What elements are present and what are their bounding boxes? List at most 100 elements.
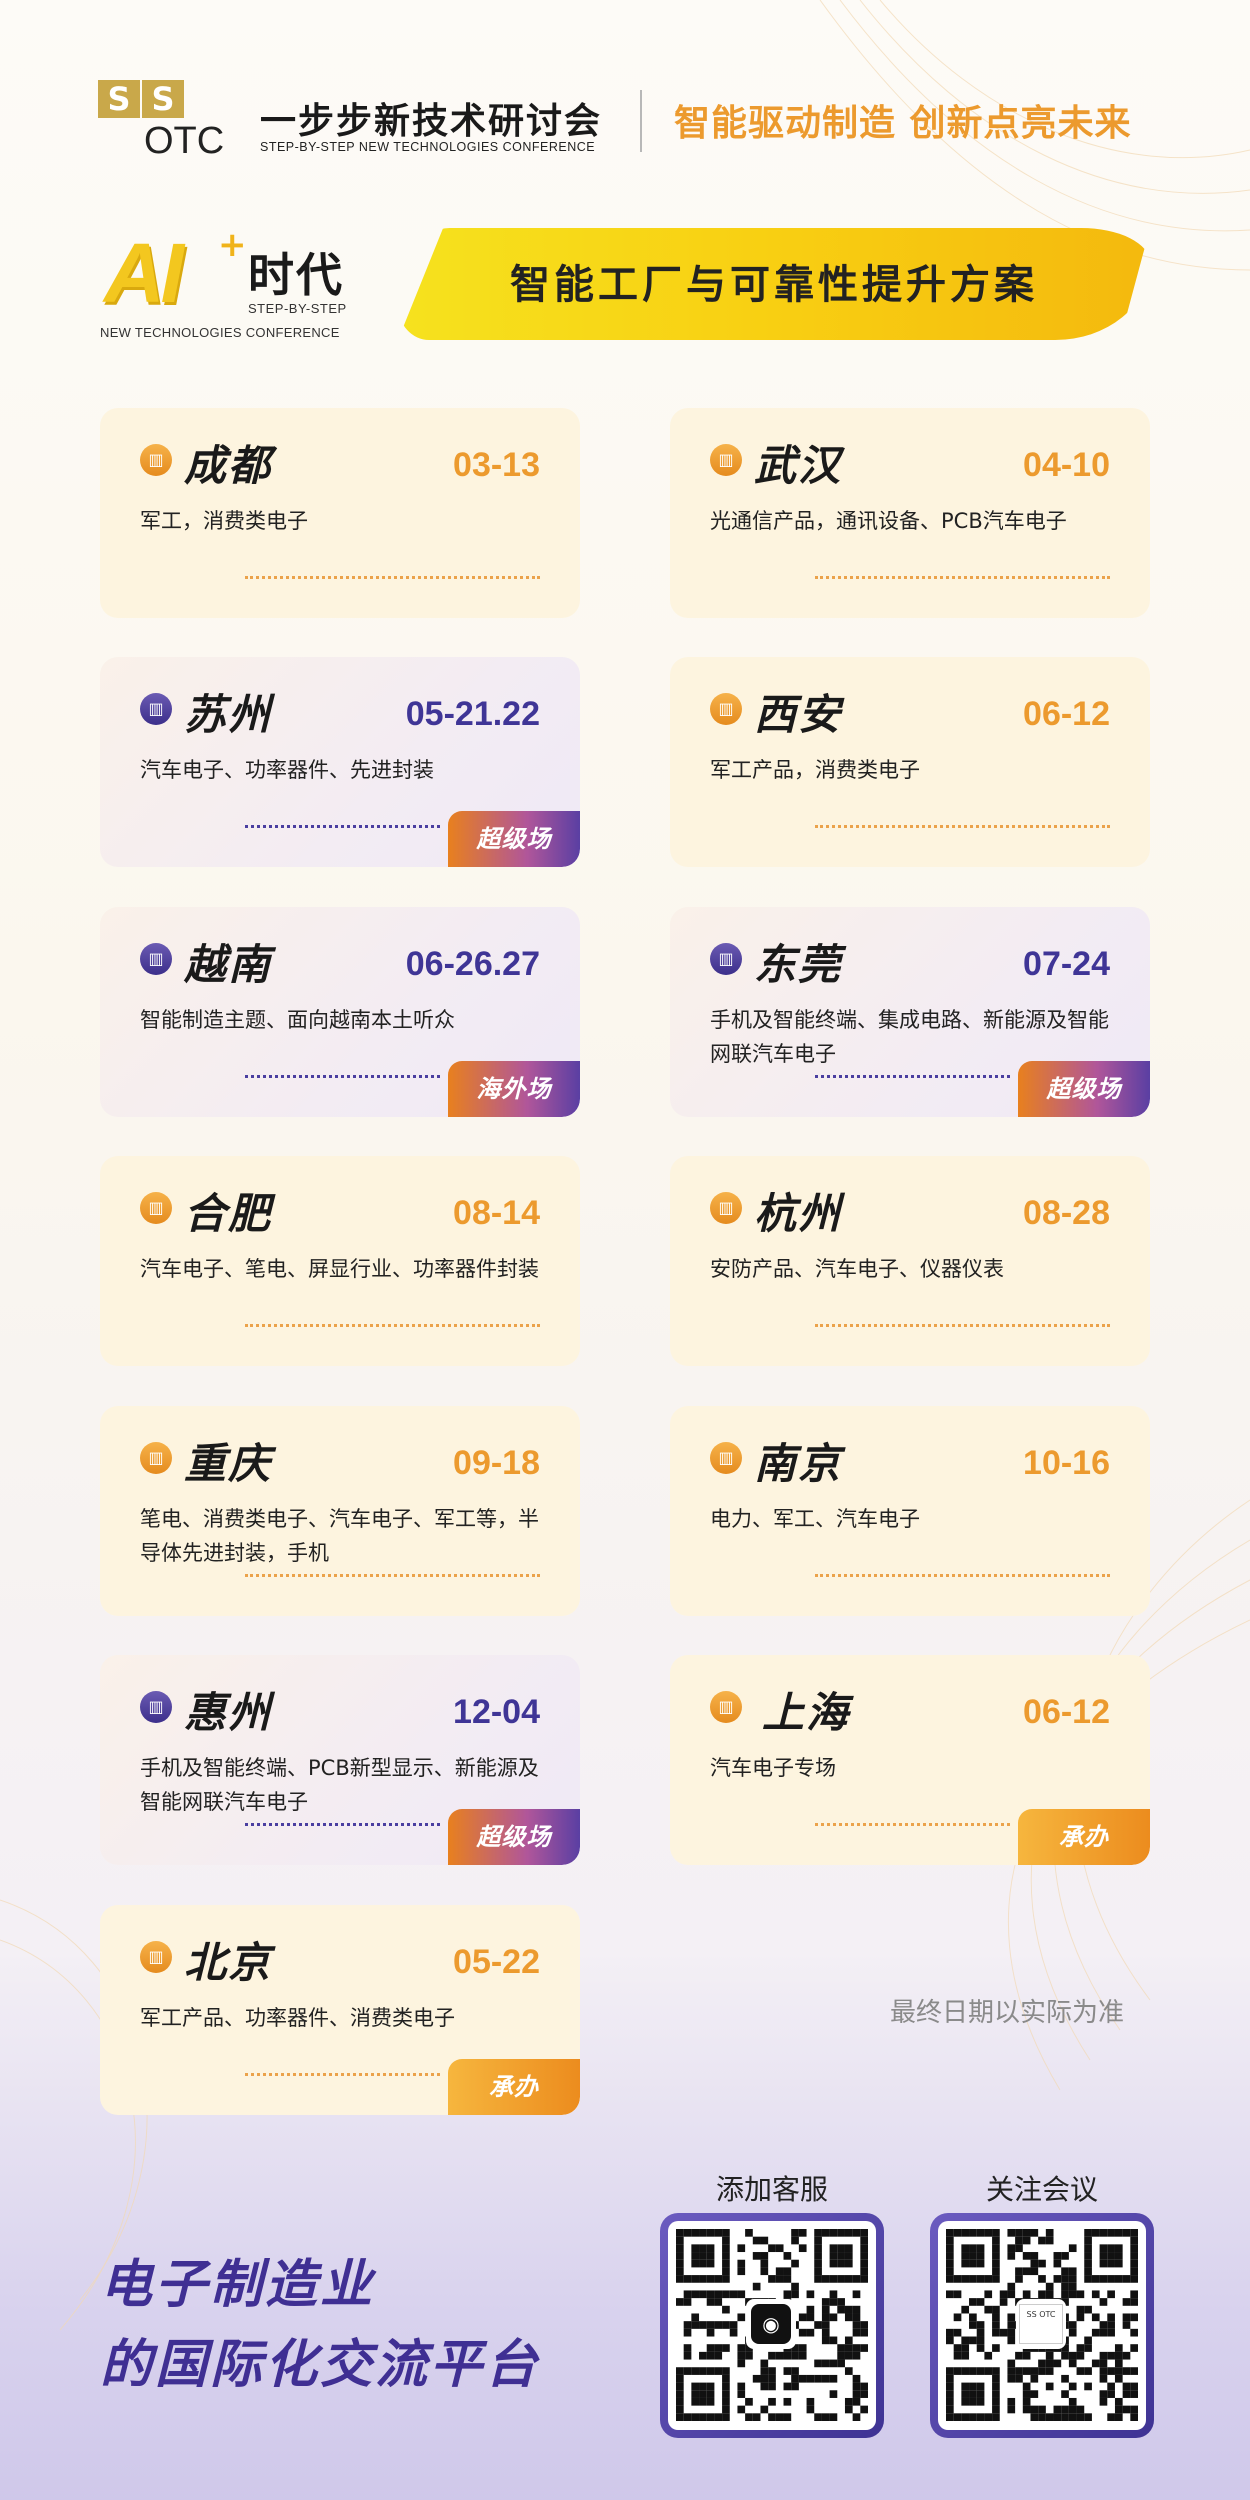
industry-description: 汽车电子专场 [710,1756,836,1780]
session-tag: 超级场 [448,811,580,867]
ai-en-line2: NEW TECHNOLOGIES CONFERENCE [100,325,340,340]
event-date: 05-21.22 [405,695,540,733]
logo-letter-s2: S [142,80,184,118]
session-tag: 超级场 [1018,1061,1150,1117]
session-tag: 海外场 [448,1061,580,1117]
dotted-divider [245,1324,540,1327]
event-date: 08-28 [1023,1194,1110,1232]
dotted-divider [245,1574,540,1577]
slogan: 智能驱动制造 创新点亮未来 [674,103,1132,144]
event-date: 03-13 [453,446,540,484]
city-card: ▥ 西安 06-12 军工产品，消费类电子 [670,657,1150,867]
city-card: ▥ 上海 06-12 汽车电子专场 承办 [670,1655,1150,1865]
dotted-divider [245,576,540,579]
event-date: 10-16 [1023,1444,1110,1482]
ai-en-line1: STEP-BY-STEP [248,301,347,316]
brand-name-cn: 一步步新技术研讨会 [260,101,603,142]
industry-description: 智能制造主题、面向越南本土听众 [140,1008,455,1032]
industry-description: 电力、军工、汽车电子 [710,1507,920,1531]
building-pin-icon: ▥ [710,693,742,725]
event-date: 09-18 [453,1444,540,1482]
industry-description: 光通信产品，通讯设备、PCB汽车电子 [710,509,1067,533]
city-card: ▥ 重庆 09-18 笔电、消费类电子、汽车电子、军工等，半导体先进封装，手机 [100,1406,580,1616]
building-pin-icon: ▥ [140,1442,172,1474]
city-name: 北京 [184,1938,273,1987]
qr-conference-label: 关注会议 [985,2173,1098,2206]
city-name: 上海 [762,1688,851,1737]
city-name: 武汉 [754,441,843,490]
event-date: 08-14 [453,1194,540,1232]
city-card: ▥ 杭州 08-28 安防产品、汽车电子、仪器仪表 [670,1156,1150,1366]
building-pin-icon: ▥ [140,1192,172,1224]
ai-plus: + [218,225,247,265]
qr-customer-service[interactable]: ◉ [660,2213,884,2438]
qr-customer-service-label: 添加客服 [715,2173,828,2206]
building-pin-icon: ▥ [140,693,172,725]
logo-letter-s1: S [98,80,140,118]
city-card: ▥ 东莞 07-24 手机及智能终端、集成电路、新能源及智能网联汽车电子 超级场 [670,907,1150,1117]
city-name: 杭州 [754,1189,843,1238]
header-divider [640,90,642,152]
dotted-divider [245,2073,440,2076]
dotted-divider [815,1574,1110,1577]
city-name: 成都 [184,441,273,490]
session-tag: 承办 [448,2059,580,2115]
industry-description: 军工产品，消费类电子 [710,758,920,782]
dotted-divider [815,1075,1010,1078]
city-card: ▥ 南京 10-16 电力、军工、汽车电子 [670,1406,1150,1616]
ai-era-logo: AI + 时代 STEP-BY-STEP NEW TECHNOLOGIES CO… [98,225,368,345]
city-card: ▥ 成都 03-13 军工，消费类电子 [100,408,580,618]
theme-title: 智能工厂与可靠性提升方案 [510,262,1038,308]
city-name: 合肥 [184,1189,273,1238]
dotted-divider [815,1324,1110,1327]
building-pin-icon: ▥ [710,943,742,975]
tagline-line1: 电子制造业 [100,2255,376,2315]
city-card: ▥ 越南 06-26.27 智能制造主题、面向越南本土听众 海外场 [100,907,580,1117]
city-name: 西安 [754,690,843,739]
city-name: 重庆 [184,1439,273,1488]
city-name: 东莞 [754,940,843,989]
building-pin-icon: ▥ [140,943,172,975]
final-date-note: 最终日期以实际为准 [890,1998,1125,2028]
ssotc-logo: S S OTC [98,80,248,164]
industry-description: 汽车电子、功率器件、先进封装 [140,758,434,782]
city-name: 惠州 [184,1688,273,1737]
ssotc-mini-logo-icon: SS OTC [1019,2304,1063,2344]
industry-description: 笔电、消费类电子、汽车电子、军工等，半导体先进封装，手机 [140,1507,539,1565]
industry-description: 军工，消费类电子 [140,509,308,533]
building-pin-icon: ▥ [710,444,742,476]
dotted-divider [245,1823,440,1826]
industry-description: 军工产品、功率器件、消费类电子 [140,2006,455,2030]
event-date: 06-12 [1023,1693,1110,1731]
building-pin-icon: ▥ [140,444,172,476]
event-date: 04-10 [1023,446,1110,484]
conference-header: S S OTC 一步步新技术研讨会 STEP-BY-STEP NEW TECHN… [98,80,1158,170]
dotted-divider [815,1823,1010,1826]
session-tag: 超级场 [448,1809,580,1865]
ai-era-text: 时代 [248,248,344,302]
building-pin-icon: ▥ [710,1442,742,1474]
city-card: ▥ 北京 05-22 军工产品、功率器件、消费类电子 承办 [100,1905,580,2115]
dotted-divider [245,825,440,828]
city-card: ▥ 苏州 05-21.22 汽车电子、功率器件、先进封装超级场 [100,657,580,867]
building-pin-icon: ▥ [140,1941,172,1973]
city-card: ▥ 武汉 04-10 光通信产品，通讯设备、PCB汽车电子 [670,408,1150,618]
tagline-line2: 的国际化交流平台 [100,2335,541,2395]
event-date: 06-12 [1023,695,1110,733]
building-pin-icon: ▥ [710,1192,742,1224]
event-date: 07-24 [1023,945,1110,983]
dotted-divider [815,576,1110,579]
city-name: 苏州 [184,690,273,739]
qr-conference[interactable]: SS OTC [930,2213,1154,2438]
dotted-divider [245,1075,440,1078]
event-date: 12-04 [453,1693,540,1731]
event-date: 06-26.27 [405,945,540,983]
brand-name-en: STEP-BY-STEP NEW TECHNOLOGIES CONFERENCE [260,140,596,154]
building-pin-icon: ▥ [140,1691,172,1723]
building-pin-icon: ▥ [710,1691,742,1723]
logo-otc: OTC [144,120,225,162]
city-card: ▥ 合肥 08-14 汽车电子、笔电、屏显行业、功率器件封装 [100,1156,580,1366]
wechat-icon: ◉ [751,2304,791,2344]
platform-tagline: 电子制造业 的国际化交流平台 [100,2245,540,2405]
dotted-divider [815,825,1110,828]
